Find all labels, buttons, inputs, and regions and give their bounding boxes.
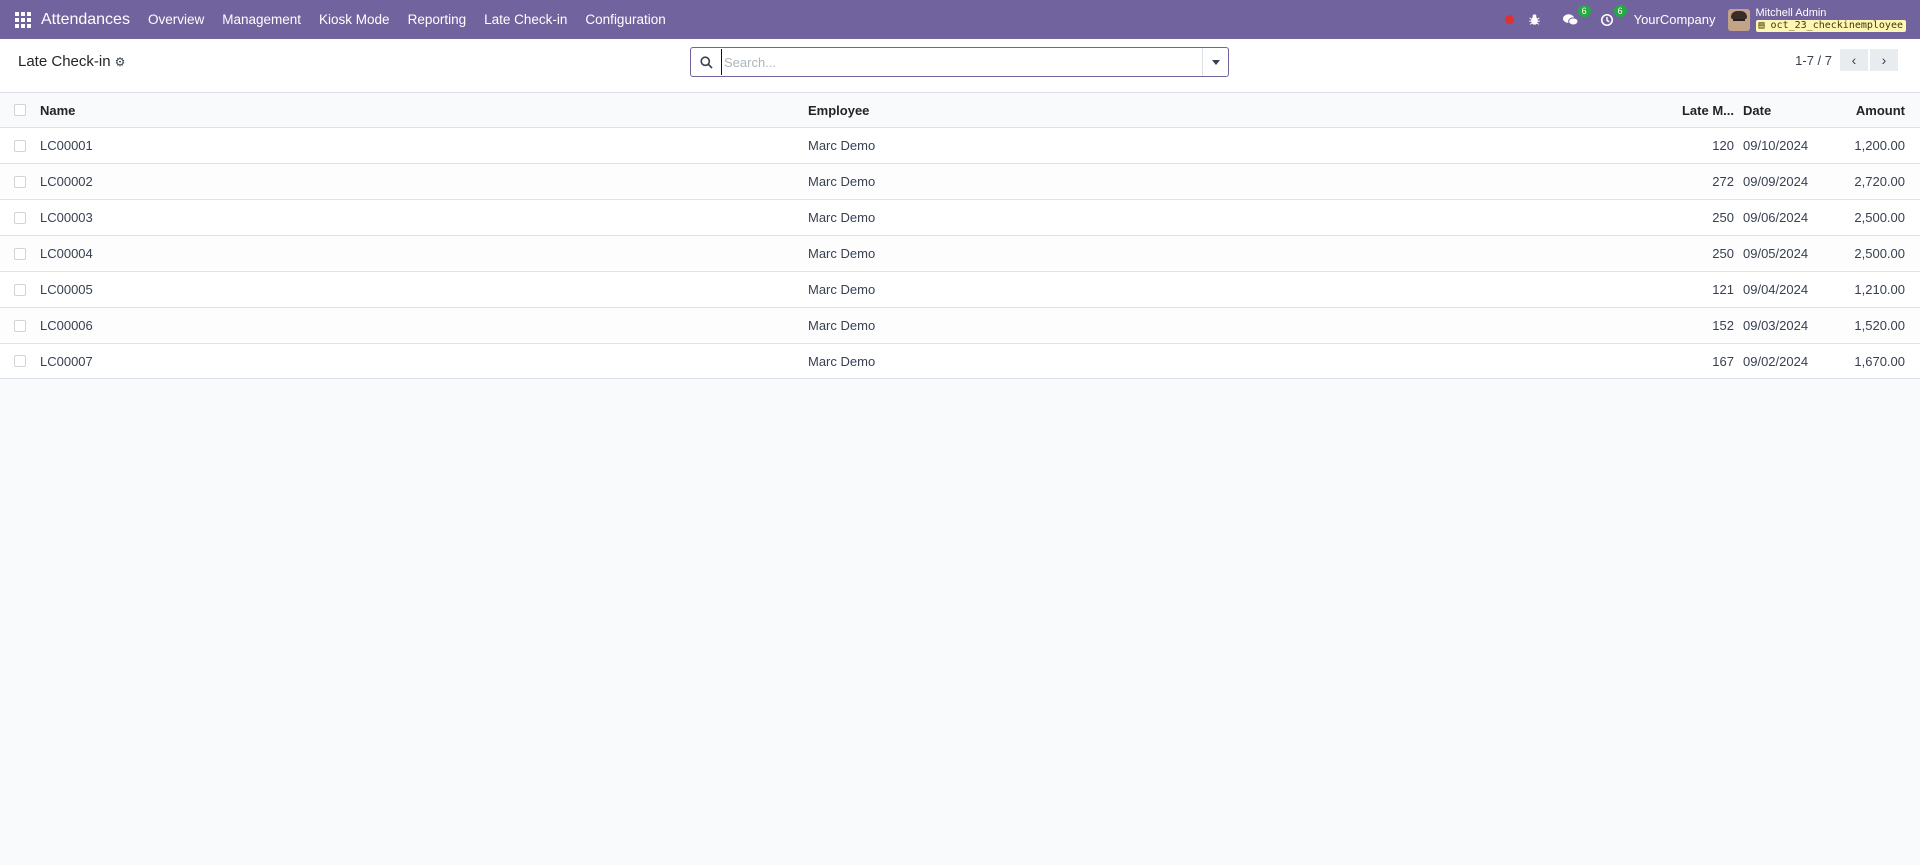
search-icon — [691, 48, 721, 76]
cell-employee: Marc Demo — [808, 353, 876, 369]
messages-badge: 6 — [1577, 4, 1591, 17]
table-row[interactable]: LC00002 Marc Demo 272 09/09/2024 2,720.0… — [0, 163, 1920, 199]
select-all-checkbox[interactable] — [14, 104, 26, 116]
cell-late-minutes: 167 — [1712, 353, 1734, 369]
cell-employee: Marc Demo — [808, 246, 876, 261]
search-bar — [690, 47, 1229, 77]
menu-kiosk-mode[interactable]: Kiosk Mode — [319, 12, 390, 27]
cell-name: LC00001 — [40, 138, 93, 153]
row-checkbox[interactable] — [14, 211, 26, 224]
cell-date: 09/10/2024 — [1743, 138, 1809, 153]
messages-icon[interactable]: 6 — [1562, 4, 1591, 29]
column-header-late-minutes[interactable]: Late M... — [1682, 103, 1734, 118]
list-header: Name Employee Late M... Date Amount — [0, 93, 1920, 127]
row-checkbox[interactable] — [14, 355, 26, 367]
search-options-toggle[interactable] — [1202, 48, 1228, 76]
cell-amount: 2,500.00 — [1854, 246, 1905, 261]
cell-date: 09/09/2024 — [1743, 174, 1809, 189]
cell-date: 09/02/2024 — [1743, 353, 1809, 369]
cell-date: 09/06/2024 — [1743, 210, 1809, 225]
user-menu[interactable]: Mitchell Admin ▤ oct_23_checkinemployee — [1755, 7, 1906, 32]
app-name[interactable]: Attendances — [41, 11, 130, 29]
cell-date: 09/03/2024 — [1743, 318, 1809, 333]
app-grid-icon[interactable] — [15, 11, 31, 28]
table-row[interactable]: LC00001 Marc Demo 120 09/10/2024 1,200.0… — [0, 127, 1920, 163]
pager-next-button[interactable]: › — [1870, 49, 1898, 71]
cell-employee: Marc Demo — [808, 174, 876, 189]
cell-employee: Marc Demo — [808, 210, 876, 225]
cell-name: LC00003 — [40, 210, 93, 225]
cell-date: 09/05/2024 — [1743, 246, 1809, 261]
row-checkbox[interactable] — [14, 319, 26, 332]
menu-configuration[interactable]: Configuration — [585, 12, 665, 27]
user-name: Mitchell Admin — [1755, 7, 1827, 19]
cell-late-minutes: 121 — [1712, 282, 1734, 297]
cell-employee: Marc Demo — [808, 318, 876, 333]
gear-icon[interactable]: ⚙ — [115, 55, 126, 69]
table-row[interactable]: LC00006 Marc Demo 152 09/03/2024 1,520.0… — [0, 307, 1920, 343]
caret-down-icon — [1211, 59, 1220, 65]
row-checkbox[interactable] — [14, 139, 26, 152]
cell-name: LC00004 — [40, 246, 93, 261]
chevron-right-icon: › — [1881, 52, 1887, 68]
activities-badge: 6 — [1613, 4, 1627, 17]
table-row[interactable]: LC00005 Marc Demo 121 09/04/2024 1,210.0… — [0, 271, 1920, 307]
cell-late-minutes: 250 — [1712, 210, 1734, 225]
row-checkbox[interactable] — [14, 175, 26, 188]
cell-amount: 1,210.00 — [1854, 282, 1905, 297]
column-header-date[interactable]: Date — [1743, 103, 1771, 118]
row-checkbox[interactable] — [14, 247, 26, 260]
chevron-left-icon: ‹ — [1851, 52, 1857, 68]
table-row[interactable]: LC00003 Marc Demo 250 09/06/2024 2,500.0… — [0, 199, 1920, 235]
top-navbar: Attendances Overview Management Kiosk Mo… — [0, 0, 1920, 39]
column-header-amount[interactable]: Amount — [1856, 103, 1905, 118]
bug-icon[interactable] — [1526, 11, 1544, 29]
cell-name: LC00005 — [40, 282, 93, 297]
cell-amount: 1,520.00 — [1854, 318, 1905, 333]
activity-clock-icon[interactable]: 6 — [1598, 4, 1627, 29]
cell-late-minutes: 120 — [1712, 138, 1734, 153]
table-row[interactable]: LC00004 Marc Demo 250 09/05/2024 2,500.0… — [0, 235, 1920, 271]
cell-late-minutes: 272 — [1712, 174, 1734, 189]
pager-value[interactable]: 1-7 / 7 — [1795, 53, 1832, 68]
company-switcher[interactable]: YourCompany — [1634, 12, 1716, 27]
page-title: Late Check-in — [18, 53, 111, 70]
cell-date: 09/04/2024 — [1743, 282, 1809, 297]
cell-amount: 2,500.00 — [1854, 210, 1905, 225]
cell-amount: 1,200.00 — [1854, 138, 1905, 153]
cell-name: LC00006 — [40, 318, 93, 333]
table-row[interactable]: LC00007 Marc Demo 167 09/02/2024 1,670.0… — [0, 343, 1920, 379]
cell-amount: 2,720.00 — [1854, 174, 1905, 189]
user-avatar[interactable] — [1727, 8, 1750, 31]
menu-late-check-in[interactable]: Late Check-in — [484, 12, 567, 27]
recording-icon[interactable] — [1504, 15, 1514, 24]
row-checkbox[interactable] — [14, 283, 26, 296]
cell-late-minutes: 250 — [1712, 246, 1734, 261]
control-panel: Late Check-in ⚙ 1-7 / 7 ‹ › — [0, 39, 1920, 93]
pager: 1-7 / 7 ‹ › — [1795, 49, 1898, 71]
search-input[interactable] — [721, 49, 1202, 75]
cell-name: LC00007 — [40, 353, 93, 369]
cell-name: LC00002 — [40, 174, 93, 189]
column-header-employee[interactable]: Employee — [808, 103, 869, 118]
menu-reporting[interactable]: Reporting — [408, 12, 467, 27]
database-tag: ▤ oct_23_checkinemployee — [1755, 20, 1906, 32]
cell-late-minutes: 152 — [1712, 318, 1734, 333]
breadcrumb: Late Check-in ⚙ — [18, 53, 125, 70]
cell-employee: Marc Demo — [808, 282, 876, 297]
menu-overview[interactable]: Overview — [148, 12, 204, 27]
cell-employee: Marc Demo — [808, 138, 876, 153]
pager-previous-button[interactable]: ‹ — [1840, 49, 1868, 71]
column-header-name[interactable]: Name — [40, 103, 75, 118]
cell-amount: 1,670.00 — [1854, 353, 1905, 369]
late-checkin-list: Name Employee Late M... Date Amount LC00… — [0, 93, 1920, 379]
database-name: oct_23_checkinemployee — [1770, 20, 1903, 31]
menu-management[interactable]: Management — [222, 12, 301, 27]
navbar-systray: 6 6 YourCompany Mitchell Admin ▤ oct_23_… — [1504, 0, 1906, 39]
